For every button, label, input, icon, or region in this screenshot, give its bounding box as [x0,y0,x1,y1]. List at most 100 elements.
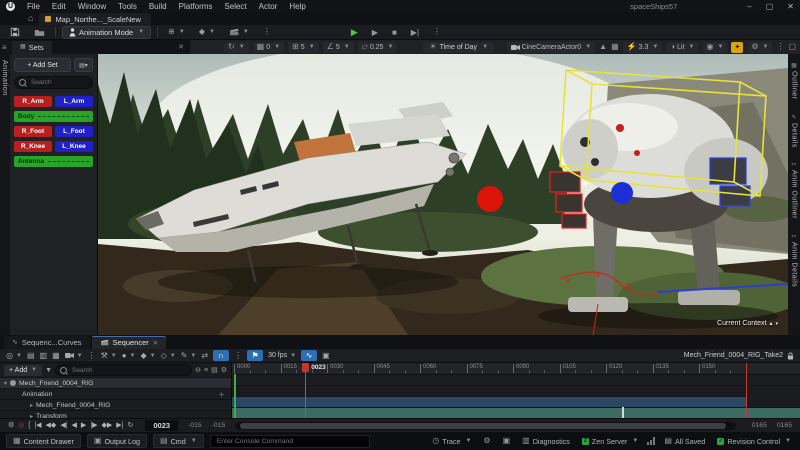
tab-outliner[interactable]: ▦Outliner [791,62,798,100]
record-button[interactable]: ◎ [18,422,24,429]
viewport[interactable]: Current Context ▴ ▾ [98,54,788,335]
timeline-row-transform-section[interactable] [232,407,800,418]
range-end-marker[interactable] [746,363,747,418]
set-chip-r_knee[interactable]: R_Knee [14,141,52,152]
track-settings-icon[interactable]: ⚙ [221,366,227,374]
track-search-box[interactable] [55,364,192,376]
fps-selector[interactable]: 30 fps▼ [268,352,296,359]
menu-edit[interactable]: Edit [46,2,72,11]
timeline-row-rig[interactable] [232,374,800,385]
viewport-overflow-icon[interactable]: ⋮ [776,43,784,51]
to-end-button[interactable]: ▶| [116,422,123,429]
seq-actions-button[interactable]: ⚒▼ [101,351,117,360]
diagnostics-button[interactable]: ▥Diagnostics [519,435,573,447]
view-range-end[interactable]: 0165 [752,422,767,429]
content-import-button[interactable] [30,27,49,38]
expand-arrow-icon[interactable]: ▾ [4,380,7,387]
set-chip-antenna[interactable]: Antenna [14,156,93,167]
cinematics-button[interactable]: ▼ [225,27,253,37]
menu-file[interactable]: File [21,2,46,11]
zen-server-button[interactable]: ZZen Server▼ [579,435,642,447]
set-chip-l_foot[interactable]: L_Foot [55,126,93,137]
seq-save-button[interactable]: ▤ [27,351,35,360]
snap-enabled-button[interactable]: ∩ [213,350,229,361]
loop-button[interactable]: ↻ [128,422,134,429]
tab-anim-outliner[interactable]: ✂Anim Outliner [791,161,798,219]
camera-speed-button[interactable]: ⚡3.3▼ [623,42,663,53]
red-sphere-gizmo[interactable] [477,186,503,212]
sets-panel-tab[interactable]: ▦ Sets [12,41,52,54]
filter-icon[interactable]: ▼ [45,367,52,374]
grid-snap-button[interactable]: ▦0▼ [253,42,284,53]
seq-camera-button[interactable]: ▼ [65,352,83,359]
menu-select[interactable]: Select [218,2,252,11]
close-tab-icon[interactable]: ✕ [153,339,158,347]
rotation-snap-button[interactable]: ∠5▼ [323,42,354,53]
blue-sphere-gizmo[interactable] [611,182,633,204]
key-interp-button[interactable]: ◇▼ [161,351,176,360]
blueprints-button[interactable]: ◆▼ [195,27,219,37]
menu-window[interactable]: Window [72,2,112,11]
play-forward-button[interactable]: ▶ [81,422,86,429]
menu-build[interactable]: Build [143,2,173,11]
close-panel-icon[interactable]: ✕ [178,43,184,51]
console-input-box[interactable] [210,435,370,448]
save-button[interactable] [6,26,24,38]
keyframe-options-button[interactable]: ●▼ [122,351,136,360]
scrollbar-handle[interactable] [240,423,725,429]
stop-button[interactable]: ■ [388,27,401,38]
to-front-button[interactable]: |◀ [34,422,41,429]
tab-sequencer[interactable]: Sequencer ✕ [92,336,167,349]
expand-icon[interactable]: ≡ [204,367,208,374]
play-reverse-button[interactable]: ◀ [72,422,77,429]
tab-sequencer-curves[interactable]: ∿ Sequenc...Curves [4,336,90,349]
frame-skip-button[interactable]: ▶ [368,27,382,38]
home-icon[interactable]: ⌂ [28,13,33,23]
working-range-end[interactable]: 0165 [777,422,792,429]
play-options-button[interactable]: ⋮ [429,27,445,37]
list-view-icon[interactable]: ▤ [211,366,218,374]
track-row-rig-section[interactable]: ▸ Mech_Friend_0004_RIG [0,399,231,410]
show-flags-button[interactable]: ◉▼ [703,42,728,53]
sequence-browser-button[interactable]: ◎▼ [6,351,22,360]
toolbar-overflow-button[interactable]: ⋮ [259,27,275,37]
add-actor-button[interactable]: ⊕▼ [164,27,189,37]
skip-to-end-button[interactable]: ▶| [407,27,423,38]
add-track-button[interactable]: + Add▼ [4,365,42,376]
set-chip-body[interactable]: Body [14,111,93,122]
add-section-icon[interactable]: ＋ [218,389,225,399]
editor-mode-selector[interactable]: Animation Mode ▼ [62,26,151,39]
playback-settings-icon[interactable]: ⚙ [8,422,14,429]
maximize-viewport-icon[interactable]: ▢ [788,43,796,51]
seq-browse-button[interactable]: ▥ [40,351,48,360]
timeline-scrollbar[interactable] [235,422,735,430]
set-chip-r_foot[interactable]: R_Foot [14,126,52,137]
menu-actor[interactable]: Actor [253,2,284,11]
snap-options-button[interactable]: ⋮ [234,351,242,360]
view-range-start[interactable]: -015 [188,422,202,429]
screenshot-button[interactable]: ▣ [500,435,514,447]
tab-anim-details[interactable]: ✂Anim Details [791,233,798,287]
prev-key-button[interactable]: ◀◆ [46,422,57,429]
maximize-button[interactable]: ▢ [766,2,774,11]
minimize-button[interactable]: – [747,2,751,11]
edit-mode-button[interactable]: ✎▼ [181,351,197,360]
sets-search-input[interactable] [29,78,88,87]
range-flag-button[interactable]: ⚑ [247,350,263,361]
trace-settings-button[interactable]: ⚙ [480,435,493,447]
range-start-marker[interactable] [234,374,236,418]
cmd-selector[interactable]: ▤Cmd▼ [153,434,204,448]
close-button[interactable]: ✕ [787,2,794,11]
move-snap-button[interactable]: ⊞5▼ [288,42,319,53]
time-of-day-button[interactable]: ☀ Time of Day ▼ [423,42,494,53]
menu-help[interactable]: Help [283,2,311,11]
bracket-in-icon[interactable]: [ [28,422,30,429]
current-context-overlay[interactable]: Current Context ▴ ▾ [717,320,778,327]
add-set-button[interactable]: + Add Set [14,58,71,72]
track-row-rig[interactable]: ▾ Mech_Friend_0004_RIG [0,377,231,388]
curve-editor-button[interactable]: ∿ [301,350,317,361]
camera-selector[interactable]: CineCameraActor0▼ [507,42,595,53]
autokey-button[interactable]: ◆▼ [141,351,156,360]
eject-pilot-icon[interactable]: ▲ [599,43,607,51]
content-drawer-button[interactable]: ▦Content Drawer [6,434,81,448]
